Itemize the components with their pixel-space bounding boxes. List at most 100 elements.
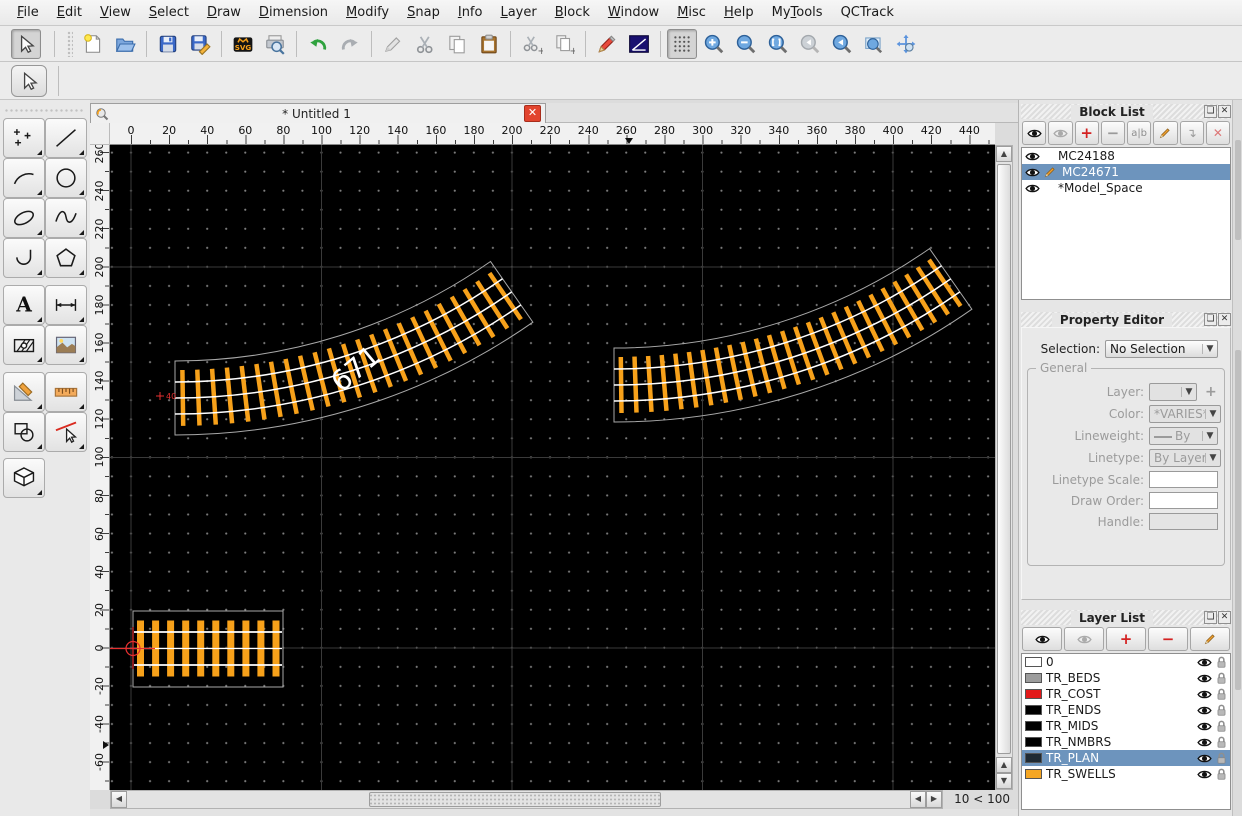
lock-icon[interactable] [1216, 736, 1227, 749]
scroll-right-button[interactable]: ▶ [926, 791, 942, 808]
tool-dimension[interactable] [45, 285, 87, 325]
tool-line[interactable] [45, 118, 87, 158]
grid-toggle-button[interactable] [667, 29, 697, 59]
layer-list-item[interactable]: TR_COST [1022, 686, 1230, 702]
eye-icon[interactable] [1197, 753, 1212, 764]
block-list-float-button[interactable]: ❏ [1204, 105, 1217, 118]
tool-image[interactable] [45, 325, 87, 365]
menu-item-snap[interactable]: Snap [398, 2, 449, 23]
edit-layer-button[interactable] [1190, 627, 1230, 651]
eye-icon[interactable] [1197, 737, 1212, 748]
block-list-item[interactable]: MC24188 [1022, 148, 1230, 164]
print-preview-button[interactable] [260, 29, 290, 59]
menu-item-file[interactable]: File [8, 2, 48, 23]
open-file-button[interactable] [110, 29, 140, 59]
block-list-item[interactable]: *Model_Space [1022, 180, 1230, 196]
track-section-curved-right[interactable] [614, 249, 972, 422]
scroll-down-button[interactable]: ▼ [996, 773, 1012, 789]
tool-spline[interactable] [45, 198, 87, 238]
track-section-straight[interactable] [133, 611, 283, 687]
tool-measure-ruler[interactable] [45, 372, 87, 412]
tool-modify[interactable] [45, 412, 87, 452]
tool-circle[interactable] [45, 158, 87, 198]
zoom-window-button[interactable] [859, 29, 889, 59]
menu-item-info[interactable]: Info [449, 2, 492, 23]
menu-item-misc[interactable]: Misc [668, 2, 715, 23]
scroll-up-button-2[interactable]: ▲ [996, 757, 1012, 773]
measure-button[interactable] [624, 29, 654, 59]
tool-points[interactable] [3, 118, 45, 158]
menu-item-dimension[interactable]: Dimension [250, 2, 337, 23]
lock-icon[interactable] [1216, 672, 1227, 685]
add-layer-button[interactable]: + [1106, 627, 1146, 651]
tool-text[interactable]: A [3, 285, 45, 325]
new-document-button[interactable] [78, 29, 108, 59]
zoom-back-button[interactable] [827, 29, 857, 59]
zoom-pan-button[interactable] [891, 29, 921, 59]
property-editor-close-button[interactable]: ✕ [1218, 313, 1231, 326]
vertical-scrollbar[interactable]: ▲ ▲ ▼ [995, 145, 1013, 790]
eye-icon[interactable] [1025, 183, 1040, 194]
eye-icon[interactable] [1197, 721, 1212, 732]
show-all-blocks-button[interactable] [1022, 121, 1046, 145]
drawing-canvas[interactable]: 671 [110, 145, 995, 790]
draw-pencil-button[interactable] [592, 29, 622, 59]
edit-block-button[interactable] [1153, 121, 1177, 145]
selection-combobox[interactable]: No Selection ▼ [1105, 340, 1218, 358]
show-all-layers-button[interactable] [1022, 627, 1062, 651]
tool-arc[interactable] [3, 158, 45, 198]
lock-icon[interactable] [1216, 704, 1227, 717]
menu-item-modify[interactable]: Modify [337, 2, 398, 23]
scroll-left-button-2[interactable]: ◀ [910, 791, 926, 808]
horizontal-scroll-thumb[interactable] [369, 792, 661, 807]
eye-icon[interactable] [1025, 167, 1040, 178]
eye-icon[interactable] [1025, 151, 1040, 162]
gutter-handle[interactable] [1235, 350, 1241, 690]
document-tab[interactable]: * Untitled 1 ✕ [90, 103, 546, 123]
tool-boolean-shapes[interactable] [3, 412, 45, 452]
tool-hatch[interactable] [3, 325, 45, 365]
menu-item-mytools[interactable]: MyTools [763, 2, 832, 23]
eye-icon[interactable] [1197, 673, 1212, 684]
eye-icon[interactable] [1197, 657, 1212, 668]
eye-icon[interactable] [1197, 689, 1212, 700]
lock-icon[interactable] [1216, 656, 1227, 669]
lock-icon[interactable] [1216, 688, 1227, 701]
tab-close-button[interactable]: ✕ [524, 105, 541, 122]
tool-ellipse[interactable] [3, 198, 45, 238]
layer-list-item[interactable]: TR_BEDS [1022, 670, 1230, 686]
layer-list-item[interactable]: TR_SWELLS [1022, 766, 1230, 782]
linetype-scale-input[interactable] [1149, 471, 1218, 488]
layer-list-item[interactable]: TR_NMBRS [1022, 734, 1230, 750]
undo-button[interactable] [303, 29, 333, 59]
draw-order-input[interactable] [1149, 492, 1218, 509]
hide-all-blocks-button[interactable] [1048, 121, 1072, 145]
svg-export-button[interactable]: SVG [228, 29, 258, 59]
layer-list-item[interactable]: TR_MIDS [1022, 718, 1230, 734]
remove-layer-button[interactable]: − [1148, 627, 1188, 651]
layer-list-item[interactable]: TR_PLAN [1022, 750, 1230, 766]
select-cursor-button[interactable] [11, 29, 41, 59]
block-list-close-button[interactable]: ✕ [1218, 105, 1231, 118]
menu-item-block[interactable]: Block [546, 2, 599, 23]
layer-list-item[interactable]: 0 [1022, 654, 1230, 670]
paste-button[interactable] [474, 29, 504, 59]
menu-item-qctrack[interactable]: QCTrack [832, 2, 903, 23]
scroll-up-button[interactable]: ▲ [996, 146, 1012, 162]
tool-polygon[interactable] [45, 238, 87, 278]
block-list-item[interactable]: MC24671 [1022, 164, 1230, 180]
selection-tool-button[interactable] [11, 65, 47, 97]
menu-item-layer[interactable]: Layer [491, 2, 545, 23]
eye-icon[interactable] [1197, 769, 1212, 780]
lock-icon[interactable] [1216, 720, 1227, 733]
property-editor-float-button[interactable]: ❏ [1204, 313, 1217, 326]
zoom-in-button[interactable] [699, 29, 729, 59]
tool-solid[interactable] [3, 458, 45, 498]
lock-icon[interactable] [1216, 752, 1227, 765]
lock-icon[interactable] [1216, 768, 1227, 781]
horizontal-scrollbar[interactable]: ◀ ◀ ▶ [110, 790, 943, 809]
scroll-left-button[interactable]: ◀ [111, 791, 127, 808]
gutter-handle[interactable] [1235, 140, 1241, 240]
menu-item-help[interactable]: Help [715, 2, 763, 23]
tool-polyline[interactable] [3, 238, 45, 278]
